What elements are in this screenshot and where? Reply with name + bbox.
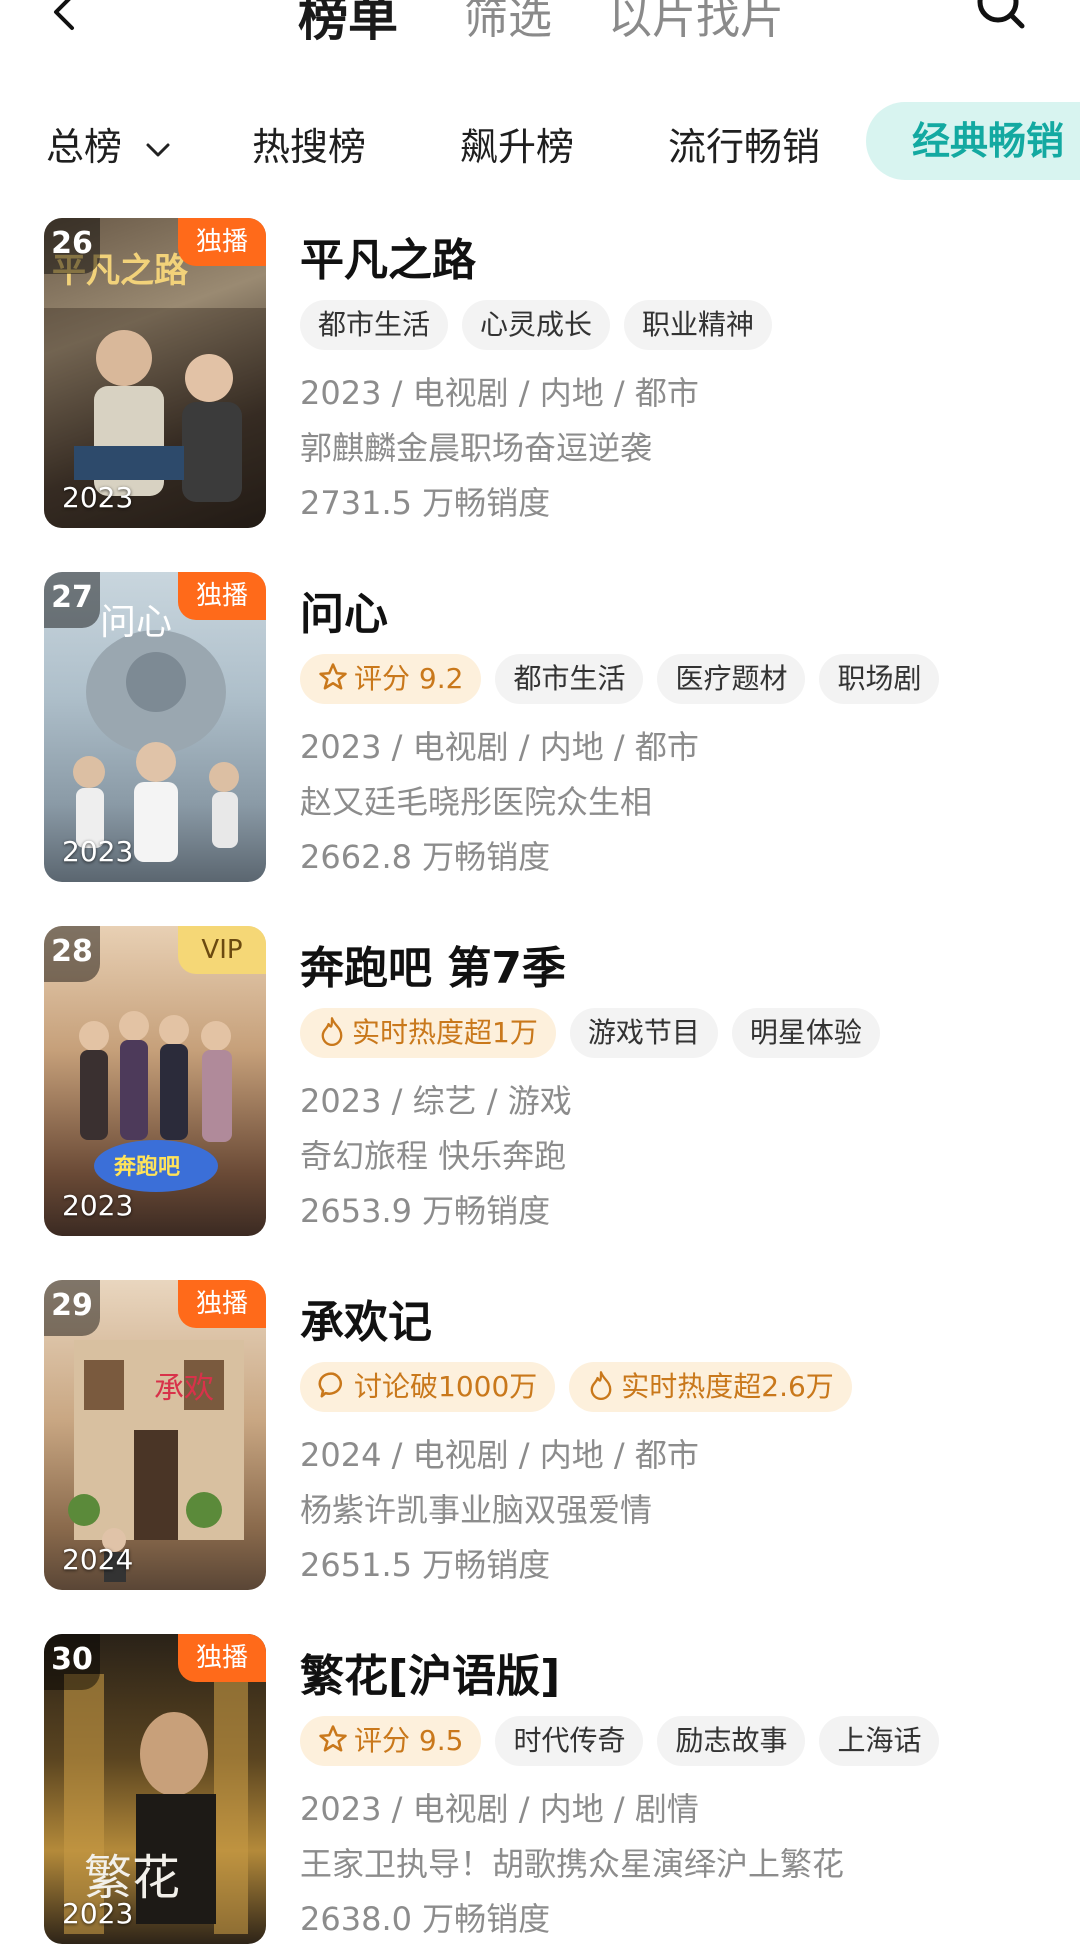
list-item[interactable]: 繁花 30 独播 2023 繁花[沪语版] 评分 9.5 时代传奇 励志故事 上海话 … (0, 1634, 1080, 1954)
back-arrow-icon[interactable] (46, 0, 86, 32)
star-icon (319, 1725, 347, 1752)
rank-badge: 28 (44, 926, 100, 982)
tag-row: 都市生活 心灵成长 职业精神 (300, 300, 786, 350)
exclusive-badge: 独播 (178, 1280, 266, 1328)
genre-tag[interactable]: 医疗题材 (657, 654, 806, 704)
item-meta: 2023 / 电视剧 / 内地 / 剧情 (300, 1790, 699, 1828)
list-item[interactable]: 问心 27 独播 2023 问心 评分 9.2 都市生活 医疗题材 职场剧 2023 … (0, 572, 1080, 892)
item-description: 郭麒麟金晨职场奋逗逆袭 (300, 429, 653, 467)
tab-filter[interactable]: 筛选 (464, 0, 552, 46)
genre-tag[interactable]: 职业精神 (624, 300, 773, 350)
item-meta: 2023 / 综艺 / 游戏 (300, 1082, 572, 1120)
genre-tag[interactable]: 励志故事 (657, 1716, 806, 1766)
genre-tag[interactable]: 游戏节目 (569, 1008, 718, 1058)
poster-image[interactable]: 繁花 30 独播 2023 (44, 1634, 266, 1944)
tag-row: 评分 9.2 都市生活 医疗题材 职场剧 (300, 654, 953, 704)
item-meta: 2024 / 电视剧 / 内地 / 都市 (300, 1436, 699, 1474)
category-tabs: 总榜 热搜榜 飙升榜 流行畅销 经典畅销 (0, 102, 1080, 180)
item-sales: 2662.8 万畅销度 (300, 838, 551, 876)
flame-icon (590, 1371, 612, 1400)
rating-tag[interactable]: 评分 9.5 (300, 1716, 482, 1766)
list-item[interactable]: 奔跑吧 28 VIP 2023 奔跑吧 第7季 实时热度超1万 游戏节目 明星体验 … (0, 926, 1080, 1246)
discussion-tag-label: 讨论破1000万 (354, 1370, 538, 1403)
exclusive-badge: 独播 (178, 572, 266, 620)
item-title[interactable]: 繁花[沪语版] (300, 1640, 560, 1704)
category-tab-popular[interactable]: 流行畅销 (668, 116, 820, 171)
poster-image[interactable]: 承欢 29 独播 2024 (44, 1280, 266, 1590)
genre-tag[interactable]: 明星体验 (731, 1008, 880, 1058)
category-tab-label: 总榜 (46, 125, 123, 169)
list-item[interactable]: 承欢 29 独播 2024 承欢记 讨论破1000万 实时热度超2.6万 2024… (0, 1280, 1080, 1600)
category-tab-rising[interactable]: 飙升榜 (460, 116, 574, 171)
heat-tag-label: 实时热度超2.6万 (621, 1370, 834, 1403)
rank-badge: 26 (44, 218, 100, 274)
chat-icon (318, 1372, 343, 1398)
tab-find-by-clip[interactable]: 以片找片 (608, 0, 784, 46)
search-icon[interactable] (972, 0, 1028, 36)
item-sales: 2651.5 万畅销度 (300, 1546, 551, 1584)
poster-image[interactable]: 奔跑吧 28 VIP 2023 (44, 926, 266, 1236)
chevron-down-icon (146, 143, 170, 156)
category-tab-classic[interactable]: 经典畅销 (866, 102, 1080, 180)
top-header: 榜单 筛选 以片找片 (0, 0, 1080, 60)
item-description: 王家卫执导！胡歌携众星演绎沪上繁花 (300, 1845, 845, 1883)
tag-row: 评分 9.5 时代传奇 励志故事 上海话 (300, 1716, 953, 1766)
poster-year: 2023 (62, 1897, 134, 1930)
rating-tag-label: 评分 9.2 (354, 662, 464, 695)
genre-tag[interactable]: 都市生活 (495, 654, 644, 704)
item-title[interactable]: 奔跑吧 第7季 (300, 932, 566, 996)
tag-row: 讨论破1000万 实时热度超2.6万 (300, 1362, 866, 1412)
flame-icon (321, 1017, 343, 1046)
star-icon (319, 663, 347, 690)
item-sales: 2731.5 万畅销度 (300, 484, 551, 522)
rating-tag-label: 评分 9.5 (354, 1724, 464, 1757)
rank-badge: 29 (44, 1280, 100, 1336)
item-title[interactable]: 承欢记 (300, 1286, 432, 1350)
genre-tag[interactable]: 职场剧 (819, 654, 940, 704)
item-description: 奇幻旅程 快乐奔跑 (300, 1137, 567, 1175)
item-title[interactable]: 问心 (300, 578, 388, 642)
genre-tag[interactable]: 都市生活 (300, 300, 449, 350)
tag-row: 实时热度超1万 游戏节目 明星体验 (300, 1008, 894, 1058)
discussion-tag[interactable]: 讨论破1000万 (300, 1362, 556, 1412)
vip-badge: VIP (178, 926, 266, 974)
item-meta: 2023 / 电视剧 / 内地 / 都市 (300, 728, 699, 766)
heat-tag[interactable]: 实时热度超1万 (300, 1008, 556, 1058)
item-meta: 2023 / 电视剧 / 内地 / 都市 (300, 374, 699, 412)
genre-tag[interactable]: 上海话 (819, 1716, 940, 1766)
heat-tag[interactable]: 实时热度超2.6万 (569, 1362, 852, 1412)
item-title[interactable]: 平凡之路 (300, 224, 476, 288)
poster-year: 2023 (62, 1189, 134, 1222)
rating-tag[interactable]: 评分 9.2 (300, 654, 482, 704)
svg-text:承欢: 承欢 (154, 1371, 214, 1406)
poster-image[interactable]: 平凡之路 26 独播 2023 (44, 218, 266, 528)
exclusive-badge: 独播 (178, 218, 266, 266)
heat-tag-label: 实时热度超1万 (352, 1016, 538, 1049)
list-item[interactable]: 平凡之路 26 独播 2023 平凡之路 都市生活 心灵成长 职业精神 2023 /… (0, 218, 1080, 538)
poster-year: 2024 (62, 1543, 134, 1576)
genre-tag[interactable]: 心灵成长 (462, 300, 611, 350)
item-sales: 2653.9 万畅销度 (300, 1192, 551, 1230)
svg-text:问心: 问心 (100, 602, 172, 643)
poster-year: 2023 (62, 835, 134, 868)
exclusive-badge: 独播 (178, 1634, 266, 1682)
item-description: 赵又廷毛晓彤医院众生相 (300, 783, 653, 821)
poster-year: 2023 (62, 481, 134, 514)
category-tab-hot-search[interactable]: 热搜榜 (252, 116, 366, 171)
item-description: 杨紫许凯事业脑双强爱情 (300, 1491, 653, 1529)
rank-badge: 30 (44, 1634, 100, 1690)
category-tab-overall[interactable]: 总榜 (46, 116, 172, 171)
poster-image[interactable]: 问心 27 独播 2023 (44, 572, 266, 882)
svg-text:奔跑吧: 奔跑吧 (114, 1154, 180, 1180)
item-sales: 2638.0 万畅销度 (300, 1900, 551, 1938)
tab-ranking[interactable]: 榜单 (298, 0, 398, 50)
genre-tag[interactable]: 时代传奇 (495, 1716, 644, 1766)
rank-badge: 27 (44, 572, 100, 628)
